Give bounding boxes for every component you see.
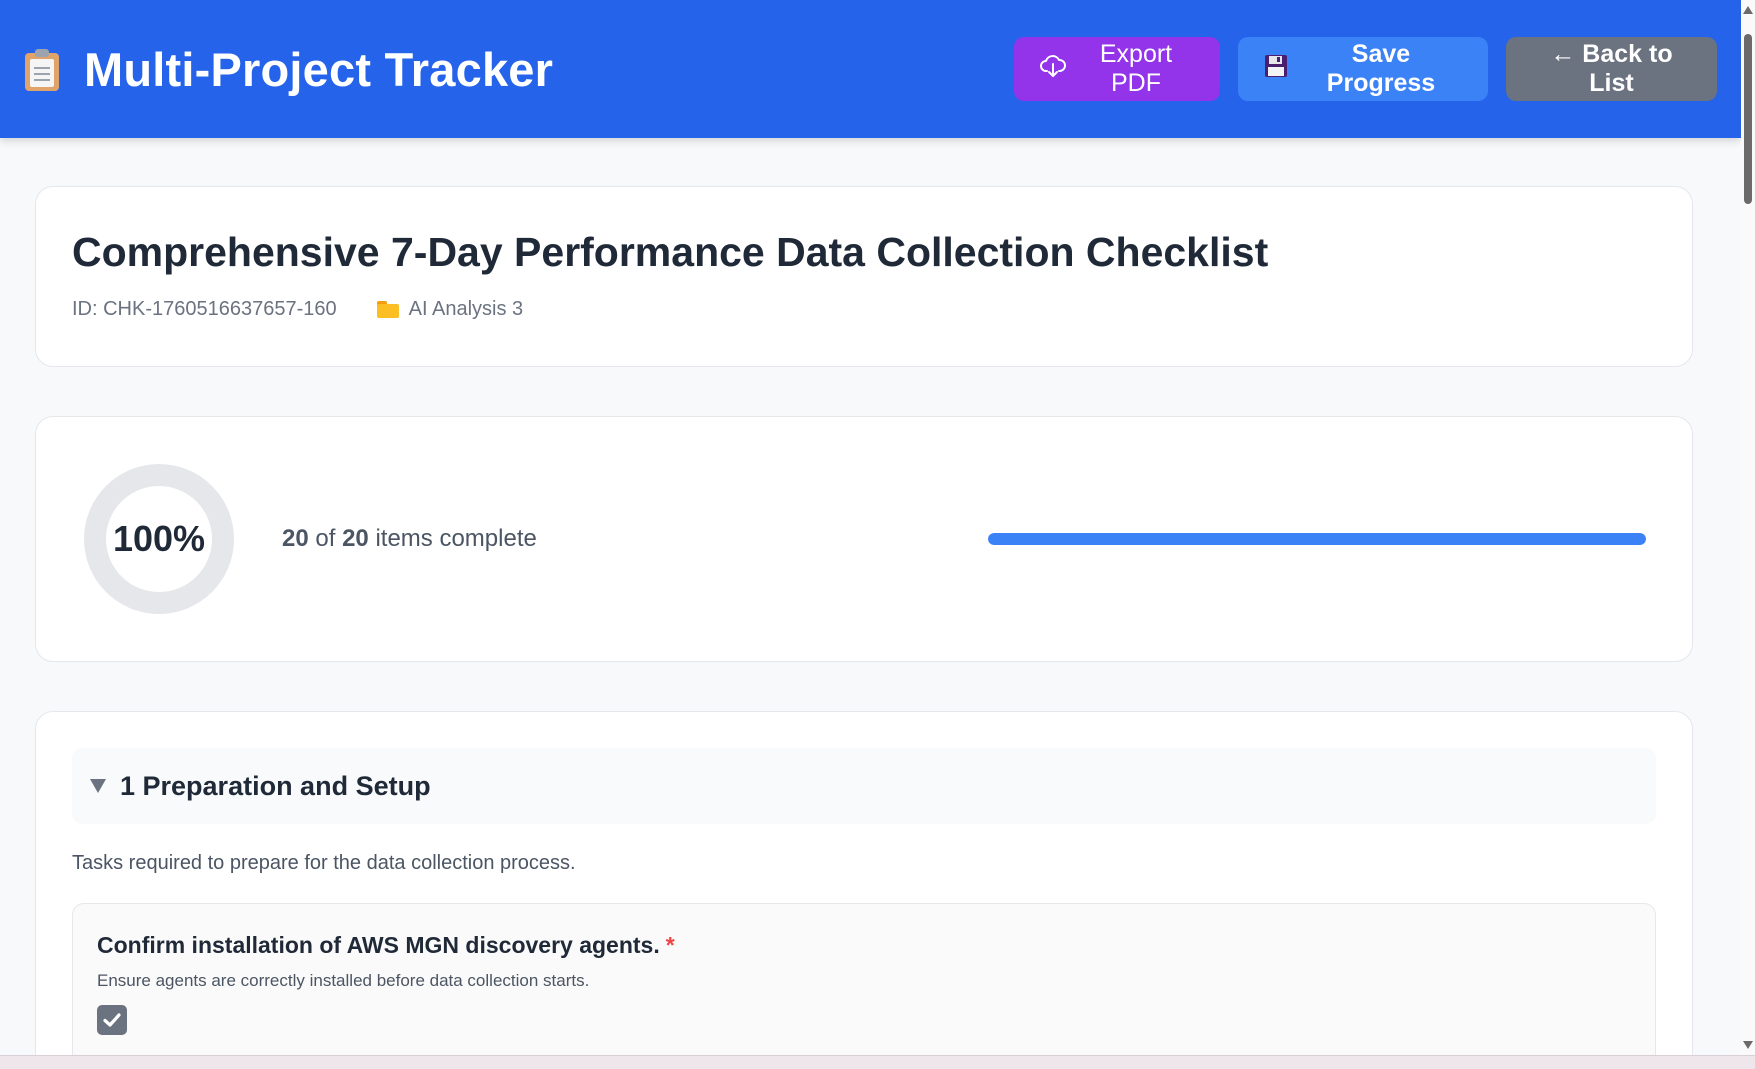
of-text: of bbox=[315, 525, 336, 552]
progress-ring: 100% bbox=[84, 464, 234, 614]
progress-bar-fill bbox=[988, 533, 1646, 545]
checkmark-icon bbox=[103, 1013, 121, 1027]
progress-bar bbox=[988, 533, 1646, 545]
scroll-up-arrow-icon[interactable] bbox=[1743, 6, 1753, 14]
export-pdf-label: Export PDF bbox=[1099, 40, 1173, 97]
clipboard-icon bbox=[22, 47, 62, 91]
back-to-list-button[interactable]: ← Back to List bbox=[1506, 37, 1717, 101]
item-title: Confirm installation of AWS MGN discover… bbox=[97, 932, 1631, 959]
save-progress-button[interactable]: Save Progress bbox=[1238, 37, 1488, 101]
section-title: 1 Preparation and Setup bbox=[120, 770, 431, 801]
required-marker: * bbox=[665, 932, 675, 958]
checklist-meta: ID: CHK-1760516637657-160 AI Analysis 3 bbox=[72, 298, 1656, 321]
save-progress-label: Save Progress bbox=[1326, 40, 1436, 97]
brand: Multi-Project Tracker bbox=[22, 42, 553, 97]
completed-count: 20 bbox=[282, 525, 309, 552]
section-card: 1 Preparation and Setup Tasks required t… bbox=[35, 711, 1693, 1069]
folder-icon bbox=[376, 301, 399, 318]
page-scrollbar[interactable] bbox=[1741, 0, 1755, 1055]
floppy-disk-icon bbox=[1264, 54, 1288, 85]
item-description: Ensure agents are correctly installed be… bbox=[97, 971, 590, 990]
scroll-thumb[interactable] bbox=[1744, 34, 1752, 204]
os-taskbar-edge bbox=[0, 1055, 1755, 1069]
progress-card: 100% 20 of 20 items complete bbox=[35, 416, 1693, 662]
section-header[interactable]: 1 Preparation and Setup bbox=[72, 748, 1656, 824]
progress-summary: 20 of 20 items complete bbox=[282, 525, 537, 553]
progress-percent: 100% bbox=[112, 518, 206, 559]
header-actions: Export PDF Save Progress ← Back to List bbox=[1014, 37, 1717, 101]
cloud-download-icon bbox=[1040, 53, 1066, 86]
section-description: Tasks required to prepare for the data c… bbox=[72, 852, 576, 874]
scroll-down-arrow-icon[interactable] bbox=[1743, 1041, 1753, 1049]
total-count: 20 bbox=[342, 525, 369, 552]
checklist-info-card: Comprehensive 7-Day Performance Data Col… bbox=[35, 186, 1693, 367]
export-pdf-button[interactable]: Export PDF bbox=[1014, 37, 1220, 101]
back-to-list-label: ← Back to List bbox=[1550, 40, 1673, 97]
checklist-item: Confirm installation of AWS MGN discover… bbox=[72, 903, 1656, 1069]
item-title-text: Confirm installation of AWS MGN discover… bbox=[97, 932, 660, 958]
items-complete-text: items complete bbox=[375, 525, 537, 552]
app-window: Multi-Project Tracker Export PDF Save Pr… bbox=[0, 0, 1755, 1069]
project-name: AI Analysis 3 bbox=[408, 298, 524, 320]
app-title: Multi-Project Tracker bbox=[84, 42, 554, 96]
checklist-id: ID: CHK-1760516637657-160 bbox=[72, 298, 337, 320]
top-header: Multi-Project Tracker Export PDF Save Pr… bbox=[0, 0, 1741, 138]
caret-down-icon[interactable] bbox=[90, 779, 106, 793]
page-title: Comprehensive 7-Day Performance Data Col… bbox=[72, 229, 1269, 275]
item-checkbox[interactable] bbox=[97, 1005, 127, 1035]
project-tag: AI Analysis 3 bbox=[376, 298, 524, 321]
